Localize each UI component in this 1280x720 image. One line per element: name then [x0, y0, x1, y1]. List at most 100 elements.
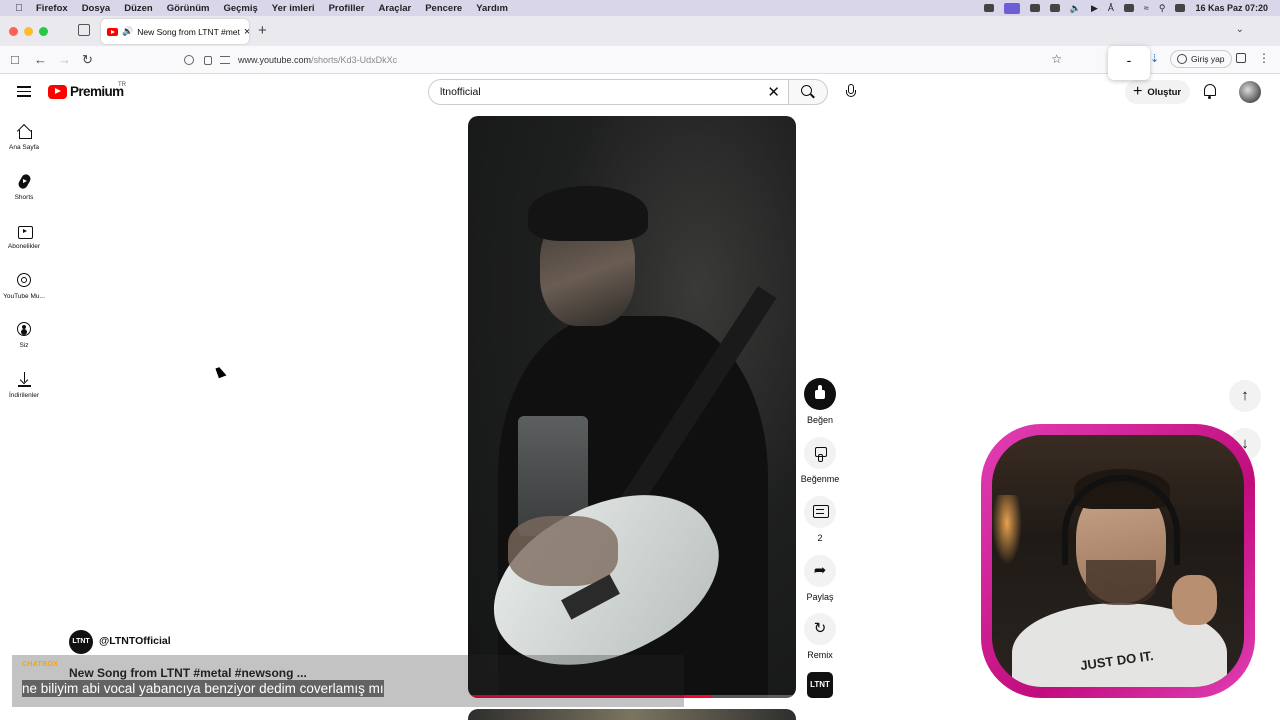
search-button[interactable]: [788, 79, 828, 105]
video-frame-hand: [508, 516, 618, 586]
tab-overview-icon[interactable]: [78, 24, 90, 36]
menu-view[interactable]: Görünüm: [167, 3, 210, 14]
navigation-bar: □ ← → ↻ www.youtube.com/shorts/Kd3-UdxDk…: [0, 46, 1280, 74]
sidebar-item-home[interactable]: Ana Sayfa: [0, 124, 48, 151]
youtube-music-icon: [16, 273, 32, 288]
apple-icon[interactable]: : [12, 3, 26, 14]
sidebar-item-downloads[interactable]: İndirilenler: [0, 372, 48, 399]
webcam-background-lamp: [992, 495, 1022, 565]
screen-share-icon[interactable]: [1003, 2, 1020, 14]
downloads-icon: [17, 372, 32, 387]
spotlight-icon[interactable]: ⚲: [1159, 3, 1166, 14]
bluetooth-icon[interactable]: Å: [1108, 3, 1114, 13]
window-controls: [9, 27, 48, 36]
tracking-protection-icon[interactable]: [184, 55, 194, 65]
dislike-button[interactable]: Beğenme: [800, 437, 840, 484]
firefox-signin-button[interactable]: Giriş yap: [1170, 50, 1232, 68]
tab-list-chevron-icon[interactable]: ⌄: [1236, 24, 1244, 35]
lock-icon[interactable]: [204, 55, 212, 65]
app-menu-icon[interactable]: ⋮: [1258, 51, 1270, 65]
shorts-icon: [17, 174, 32, 189]
close-window-button[interactable]: [9, 27, 18, 36]
downloads-icon[interactable]: ⇣: [1150, 52, 1159, 65]
webcam-beard: [1086, 560, 1156, 605]
comment-count: 2: [817, 533, 823, 543]
menu-bookmarks[interactable]: Yer imleri: [272, 3, 315, 14]
voice-search-button[interactable]: [838, 79, 864, 105]
remix-label: Remix: [807, 650, 833, 660]
sidebar-item-youtube-music[interactable]: YouTube Mu...: [0, 273, 48, 300]
extensions-icon[interactable]: [1236, 53, 1246, 63]
like-button[interactable]: Beğen: [800, 378, 840, 425]
menu-tools[interactable]: Araçlar: [378, 3, 411, 14]
close-tab-icon[interactable]: ×: [244, 26, 249, 38]
short-title[interactable]: New Song from LTNT #metal #newsong ...: [69, 666, 307, 680]
control-center-icon[interactable]: [1175, 4, 1186, 12]
volume-icon[interactable]: 🔈: [1070, 3, 1081, 14]
remix-button[interactable]: ↻ Remix: [800, 613, 840, 660]
menu-edit[interactable]: Düzen: [124, 3, 153, 14]
previous-short-button[interactable]: ↑: [1229, 380, 1261, 412]
sound-thumbnail[interactable]: LTNT: [807, 672, 833, 698]
dislike-label: Beğenme: [800, 474, 840, 484]
url-text[interactable]: www.youtube.com/shorts/Kd3-UdxDkXc: [238, 55, 397, 65]
youtube-premium-logo[interactable]: Premium TR: [48, 82, 126, 99]
sidebar-item-subscriptions[interactable]: Abonelikler: [0, 223, 48, 250]
menu-history[interactable]: Geçmiş: [223, 3, 257, 14]
play-icon[interactable]: ▶: [1091, 3, 1098, 14]
tab-title: New Song from LTNT #met: [137, 26, 240, 37]
menu-file[interactable]: Dosya: [82, 3, 111, 14]
plus-icon: +: [1133, 83, 1143, 100]
sidebar-item-label: Ana Sayfa: [9, 144, 39, 151]
account-icon: [1177, 54, 1187, 64]
channel-avatar[interactable]: LTNT: [69, 630, 93, 654]
url-path: /shorts/Kd3-UdxDkXc: [311, 55, 398, 65]
reload-button[interactable]: ↻: [82, 52, 93, 68]
sidebar-toggle-icon[interactable]: □: [11, 52, 19, 67]
status-app-icon[interactable]: [1049, 4, 1060, 12]
sidebar-item-shorts[interactable]: Shorts: [0, 174, 48, 201]
app-menu: Firefox Dosya Düzen Görünüm Geçmiş Yer i…: [36, 3, 508, 14]
home-icon: [17, 124, 32, 139]
search-icon: [801, 85, 812, 96]
region-code: TR: [118, 82, 126, 88]
sidebar-item-label: Shorts: [14, 194, 34, 201]
zoom-window-button[interactable]: [39, 27, 48, 36]
speaker-icon[interactable]: 🔊: [122, 26, 133, 37]
minimize-window-button[interactable]: [24, 27, 33, 36]
sidebar-item-you[interactable]: Siz: [0, 322, 48, 349]
address-bar[interactable]: www.youtube.com/shorts/Kd3-UdxDkXc ☆: [178, 49, 1068, 71]
url-host: www.youtube.com: [238, 55, 312, 65]
comments-button[interactable]: 2: [800, 496, 840, 543]
bookmark-star-icon[interactable]: ☆: [1051, 52, 1062, 66]
channel-name[interactable]: @LTNTOfficial: [99, 635, 171, 647]
permissions-icon[interactable]: [220, 56, 230, 64]
short-video-player[interactable]: [468, 116, 796, 698]
menu-app-name[interactable]: Firefox: [36, 3, 68, 14]
guide-menu-icon[interactable]: [17, 86, 31, 97]
notifications-bell-icon[interactable]: [1204, 84, 1216, 99]
next-short-preview[interactable]: [468, 709, 796, 720]
create-button[interactable]: + Oluştur: [1125, 80, 1191, 104]
forward-button[interactable]: →: [58, 52, 71, 67]
status-app-icon[interactable]: [1029, 4, 1040, 12]
wifi-icon[interactable]: ≈: [1144, 3, 1149, 13]
search-input[interactable]: ltnofficial ✕: [428, 79, 789, 105]
status-app-icon[interactable]: [983, 4, 994, 12]
menu-clock[interactable]: 16 Kas Paz 07:20: [1195, 3, 1268, 13]
share-button[interactable]: ➦ Paylaş: [800, 555, 840, 602]
new-tab-button[interactable]: +: [258, 22, 267, 39]
signin-label: Giriş yap: [1191, 54, 1225, 64]
webcam-hand: [1172, 575, 1217, 625]
menu-help[interactable]: Yardım: [476, 3, 508, 14]
battery-icon[interactable]: [1123, 4, 1134, 12]
tab-strip: 🔊 New Song from LTNT #met × + ⌄: [0, 16, 1280, 46]
user-avatar[interactable]: [1239, 81, 1261, 103]
tab-youtube-short[interactable]: 🔊 New Song from LTNT #met ×: [101, 19, 249, 44]
menu-profiles[interactable]: Profiller: [329, 3, 365, 14]
back-button[interactable]: ←: [34, 52, 47, 67]
menu-window[interactable]: Pencere: [425, 3, 462, 14]
caption-overlay: CHATBOX New Song from LTNT #metal #newso…: [12, 655, 684, 707]
clear-search-icon[interactable]: ✕: [767, 83, 780, 101]
you-icon: [16, 322, 32, 337]
